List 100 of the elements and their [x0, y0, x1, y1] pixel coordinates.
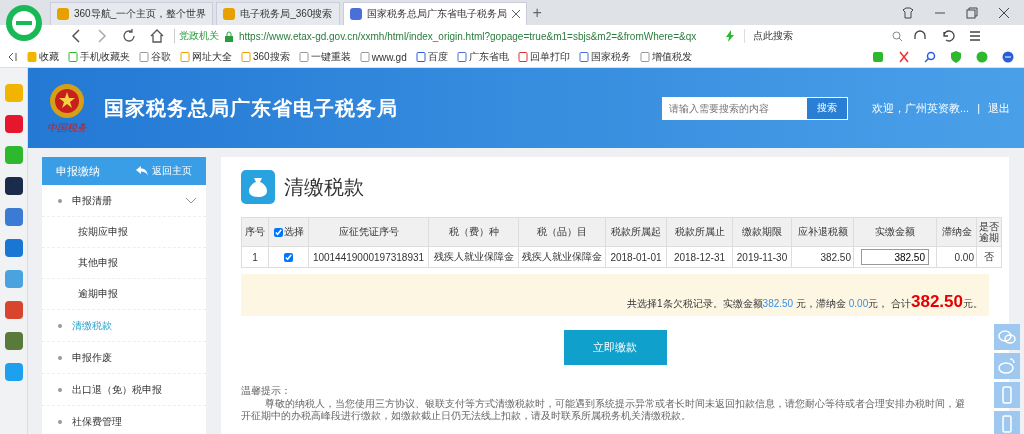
column-header: 缴款期限 — [732, 217, 792, 247]
column-header: 应补退税额 — [791, 217, 854, 247]
shield-icon[interactable] — [950, 51, 962, 63]
column-header: 税（费）种 — [428, 217, 519, 247]
lock-icon — [224, 30, 234, 42]
tab-favicon-icon — [349, 8, 362, 20]
bookmark-icon — [517, 52, 528, 62]
bookmark-icon — [180, 52, 190, 62]
table-cell: 2019-11-30 — [732, 246, 792, 268]
tab-title: 国家税务总局广东省电子税务局 — [366, 7, 507, 21]
column-header: 税（品）目 — [518, 217, 606, 247]
table-cell: 382.50 — [791, 246, 854, 268]
column-header: 应征凭证序号 — [308, 217, 429, 247]
back-icon[interactable] — [70, 29, 82, 43]
bookmark-link[interactable]: www.gd — [359, 51, 407, 63]
menu-icon[interactable] — [969, 30, 981, 42]
notice-title: 温馨提示： — [241, 385, 292, 398]
column-header: 实缴金额 — [853, 217, 937, 247]
bookmark-link[interactable]: 收藏 — [27, 50, 59, 64]
browser-tab[interactable]: 国家税务总局广东省电子税务局 — [342, 2, 527, 25]
bookmark-icon — [639, 52, 650, 62]
separator-text: | — [977, 102, 980, 114]
table-cell: 残疾人就业保障金 — [428, 246, 519, 268]
money-bag-icon — [241, 170, 275, 204]
bookmark-icon — [415, 52, 426, 62]
site-title: 国家税务总局广东省电子税务局 — [104, 95, 398, 121]
bookmark-icon — [139, 52, 149, 62]
browser-search-field[interactable]: 点此搜索 — [744, 29, 903, 43]
scissors-icon[interactable] — [898, 51, 910, 63]
bookmark-link[interactable]: 国家税务 — [578, 50, 631, 64]
new-tab-button[interactable]: + — [532, 4, 542, 22]
page-title: 清缴税款 — [284, 174, 364, 200]
undo-icon[interactable] — [941, 29, 955, 43]
column-header: 税款所属起 — [605, 217, 667, 247]
collapse-icon[interactable] — [8, 52, 18, 62]
close-icon[interactable] — [511, 10, 520, 18]
menu-title: 申报缴纳 — [56, 163, 100, 179]
search-icon[interactable] — [924, 51, 936, 63]
bookmark-icon — [359, 52, 370, 62]
bookmark-link[interactable]: 百度 — [415, 50, 448, 64]
url-text: https://www.etax-gd.gov.cn/xxmh/html/index_origin.html?gopage=true&m1=sbjs&m2=&fromWhere=&qx — [239, 30, 698, 42]
column-header: 选择 — [268, 217, 309, 247]
chevron-icon[interactable] — [186, 197, 196, 204]
bookmark-icon — [241, 52, 251, 62]
tab-title: 电子税务局_360搜索 — [240, 7, 333, 21]
bookmark-link[interactable]: 回单打印 — [517, 50, 570, 64]
search-placeholder: 点此搜索 — [753, 29, 793, 43]
minus-icon[interactable] — [1002, 51, 1014, 63]
home-icon[interactable] — [150, 29, 164, 43]
summary-text: 共选择1条欠税记录。实缴金额382.50 元，滞纳金 0.00元， 合计382.50元。 — [627, 292, 983, 312]
notice-text: 尊敬的纳税人，当您使用三方协议、银联支付等方式清缴税款时，可能遇到系统提示异常或者长时间未返回扣款信息，请您耐心等待或者合理安排办税时间，避开征期中的办税高峰段进行缴款，如缴款截止日仍无法线上扣款，请及时联系所属税务机关清缴税款。 — [241, 397, 966, 423]
submenu-item[interactable]: 按期应申报 — [42, 217, 206, 248]
column-header: 税款所属止 — [666, 217, 733, 247]
column-header: 是否逾期 — [976, 217, 1002, 247]
table-cell: 否 — [976, 246, 1002, 268]
table-cell: 1 — [241, 246, 269, 268]
select-all-checkbox[interactable] — [273, 227, 283, 237]
tab-favicon-icon — [57, 8, 69, 20]
bookmark-link[interactable]: 广东省电 — [456, 50, 509, 64]
bookmark-icon — [68, 52, 78, 62]
bookmark-link[interactable]: 网址大全 — [180, 50, 232, 64]
bookmark-icon — [27, 52, 37, 62]
table-cell: 0.00 — [936, 246, 977, 268]
reply-arrow-icon — [136, 166, 148, 176]
search-button[interactable]: 搜索 — [805, 96, 848, 120]
table-cell: 2018-12-31 — [666, 246, 733, 268]
forward-icon[interactable] — [96, 29, 108, 43]
shirt-icon[interactable] — [902, 7, 914, 19]
table-cell: 10014419000197318931 — [308, 246, 429, 268]
menu-item[interactable]: 申报清册 — [42, 185, 206, 217]
circle-icon[interactable] — [976, 51, 988, 63]
lightning-icon[interactable] — [726, 30, 734, 42]
logo-text: 中国税务 — [47, 121, 87, 135]
row-checkbox[interactable] — [283, 253, 293, 263]
bookmark-link[interactable]: 手机收藏夹 — [68, 50, 130, 64]
bookmark-link[interactable]: 谷歌 — [139, 50, 171, 64]
tab-title: 360导航_一个主页，整个世界 — [74, 7, 207, 21]
bookmark-icon — [456, 52, 467, 62]
table-cell: 2018-01-01 — [605, 246, 667, 268]
bookmark-link[interactable]: 一键重装 — [298, 50, 351, 64]
menu-item[interactable]: 申报作废 — [42, 342, 206, 374]
amount-field[interactable]: 382.50 — [861, 249, 929, 265]
menu-item[interactable]: 出口退（免）税申报 — [42, 374, 206, 406]
restore-icon[interactable] — [966, 7, 978, 19]
menu-item[interactable]: 社保费管理 — [42, 406, 206, 434]
browser-tab[interactable]: 电子税务局_360搜索 — [216, 2, 340, 25]
bookmark-link[interactable]: 增值税发 — [639, 50, 692, 64]
refresh-icon[interactable] — [122, 29, 136, 43]
address-bar[interactable]: 党政机关 https://www.etax-gd.gov.cn/xxmh/html/index_origin.html?gopage=true&m1=sbjs&m2=&fromWhere=&qx — [174, 27, 734, 45]
emblem-icon — [47, 81, 87, 121]
submenu-item[interactable]: 其他申报 — [42, 248, 206, 279]
bookmark-icon — [578, 52, 589, 62]
submenu-item[interactable]: 逾期申报 — [42, 279, 206, 310]
welcome-text: 欢迎，广州英资教... — [871, 100, 970, 116]
browser-tab[interactable]: 360导航_一个主页，整个世界 — [50, 2, 214, 25]
close-icon[interactable] — [998, 7, 1010, 19]
site-search-field[interactable]: 请输入需要搜索的内容 — [661, 96, 806, 120]
table-cell: 残疾人就业保障金 — [518, 246, 606, 268]
search-icon[interactable] — [892, 30, 903, 42]
bookmark-link[interactable]: 360搜索 — [241, 50, 290, 64]
